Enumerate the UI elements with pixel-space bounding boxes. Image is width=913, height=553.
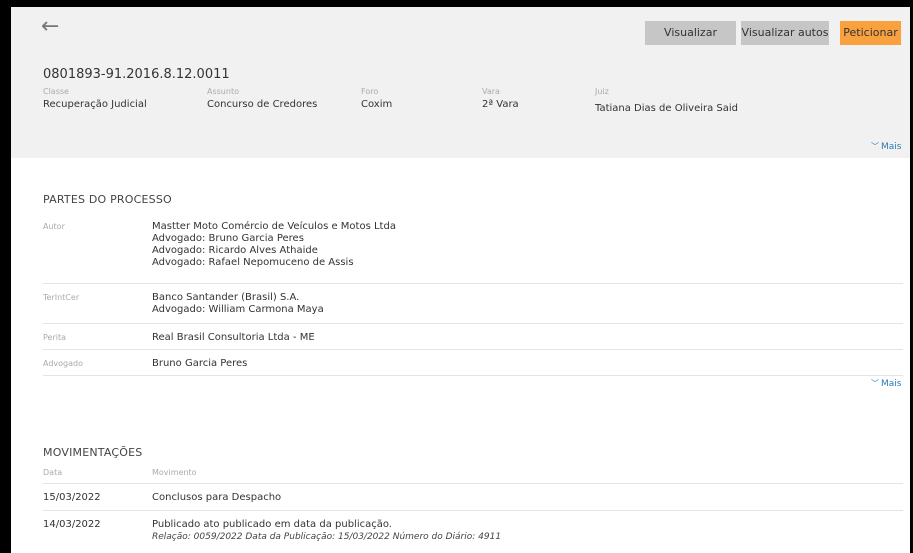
vara-label: Vara [482, 87, 500, 96]
movimentacao-row: 14/03/2022 Publicado ato publicado em da… [43, 511, 903, 553]
parte-line: Real Brasil Consultoria Ltda - ME [152, 332, 315, 343]
movimentacao-text[interactable]: Publicado ato publicado em data da publi… [152, 519, 501, 531]
parte-row: Advogado Bruno Garcia Peres [43, 350, 903, 376]
parte-lines: Real Brasil Consultoria Ltda - ME [152, 332, 315, 344]
parte-row: Autor Mastter Moto Comércio de Veículos … [43, 215, 903, 284]
partes-mais-label: Mais [881, 379, 902, 389]
classe-label: Classe [43, 87, 69, 96]
movimentacao-subtext: Relação: 0059/2022 Data da Publicação: 1… [152, 532, 502, 542]
parte-line: Banco Santander (Brasil) S.A. [152, 292, 300, 303]
vara-value: 2ª Vara [482, 99, 519, 110]
parte-line: Bruno Garcia Peres [152, 358, 248, 369]
process-number: 0801893-91.2016.8.12.0011 [43, 67, 230, 82]
movimentacao-text-block: Publicado ato publicado em data da publi… [152, 519, 501, 543]
chevron-down-icon: ﹀ [871, 142, 879, 151]
movimentacao-date: 14/03/2022 [43, 519, 101, 530]
foro-value: Coxim [361, 99, 393, 110]
movimentacao-row: 15/03/2022 Conclusos para Despacho [43, 484, 903, 511]
parte-line: Advogado: Bruno Garcia Peres [152, 233, 304, 244]
chevron-down-icon: ﹀ [871, 379, 879, 388]
partes-title: PARTES DO PROCESSO [43, 193, 172, 206]
visualizar-autos-button[interactable]: Visualizar autos [741, 21, 829, 45]
parte-line: Advogado: Ricardo Alves Athaide [152, 245, 318, 256]
parte-row: Perita Real Brasil Consultoria Ltda - ME [43, 324, 903, 350]
header-mais-link[interactable]: ﹀ Mais [871, 141, 901, 152]
foro-label: Foro [361, 87, 379, 96]
parte-label: TerIntCer [43, 293, 80, 302]
parte-label: Advogado [43, 359, 83, 368]
parte-row: TerIntCer Banco Santander (Brasil) S.A. … [43, 284, 903, 324]
back-arrow-icon[interactable]: ← [41, 16, 65, 38]
movimentacoes-header: Data Movimento [43, 468, 903, 484]
parte-line: Mastter Moto Comércio de Veículos e Moto… [152, 221, 396, 232]
parte-label: Autor [43, 222, 65, 231]
assunto-value: Concurso de Credores [207, 99, 318, 110]
parte-lines: Bruno Garcia Peres [152, 358, 247, 370]
process-page: ← Visualizar custas Visualizar autos Pet… [11, 7, 910, 553]
col-data-label: Data [43, 468, 63, 477]
peticionar-button[interactable]: Peticionar [840, 21, 901, 45]
movimentacao-date: 15/03/2022 [43, 492, 101, 503]
movimentacao-text: Conclusos para Despacho [152, 492, 282, 503]
top-toolbar: ← Visualizar custas Visualizar autos Pet… [11, 7, 910, 63]
parte-lines: Mastter Moto Comércio de Veículos e Moto… [152, 221, 396, 269]
process-header: 0801893-91.2016.8.12.0011 Classe Recuper… [11, 51, 910, 158]
parte-line: Advogado: William Carmona Maya [152, 304, 324, 315]
parte-label: Perita [43, 333, 67, 342]
partes-mais-link[interactable]: ﹀ Mais [871, 378, 901, 389]
header-mais-label: Mais [881, 142, 902, 152]
classe-value: Recuperação Judicial [43, 99, 147, 110]
juiz-value: Tatiana Dias de Oliveira Said [595, 103, 739, 114]
movimentacoes-title: MOVIMENTAÇÕES [43, 446, 143, 459]
col-movimento-label: Movimento [152, 468, 197, 477]
juiz-label: Juiz [595, 87, 609, 96]
parte-line: Advogado: Rafael Nepomuceno de Assis [152, 257, 354, 268]
assunto-label: Assunto [207, 87, 239, 96]
parte-lines: Banco Santander (Brasil) S.A. Advogado: … [152, 292, 324, 316]
visualizar-custas-button[interactable]: Visualizar custas [645, 21, 736, 63]
